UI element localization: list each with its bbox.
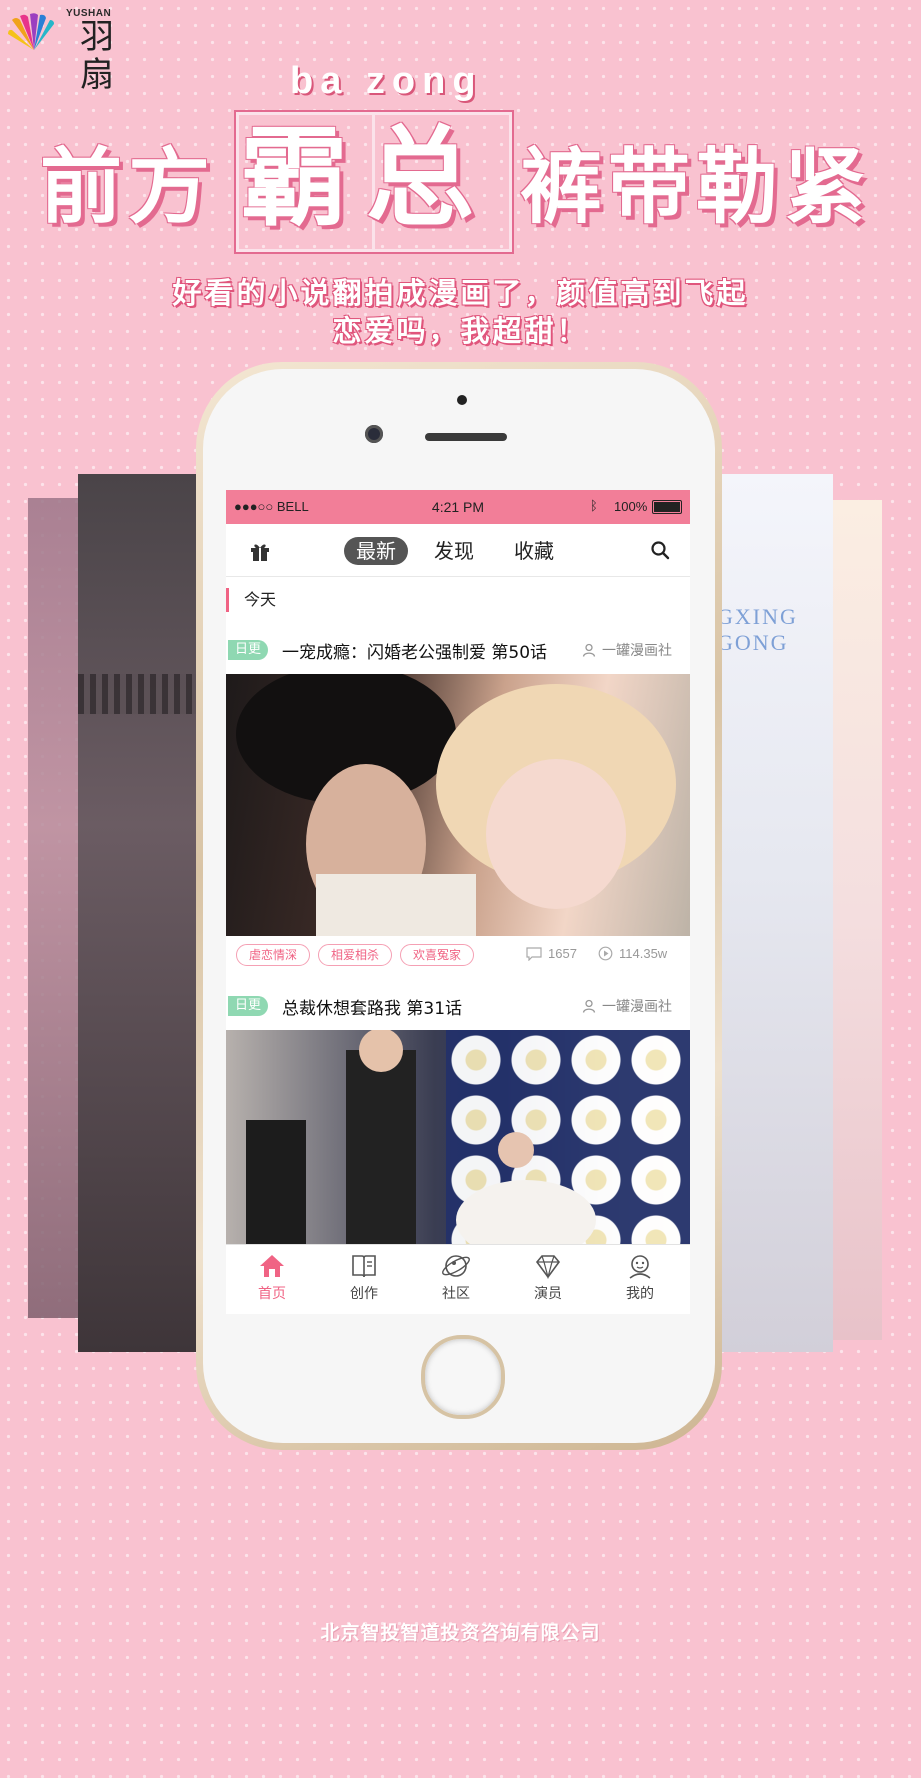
diamond-icon [535, 1255, 561, 1279]
update-badge: 日更 [228, 640, 268, 660]
comment-count-value: 1657 [548, 946, 577, 961]
comment-icon [526, 947, 542, 962]
comic-cover-1[interactable] [226, 674, 690, 936]
comic-item-1-header[interactable]: 日更 一宠成瘾：闪婚老公强制爱 第50话 一罐漫画社 [226, 634, 690, 666]
view-count-value: 114.35w [619, 946, 668, 961]
bottom-tab-bar: 首页 创作 社区 演员 我的 [226, 1244, 690, 1314]
tab-favorites[interactable]: 收藏 [502, 537, 566, 565]
comic-item-2-header[interactable]: 日更 总裁休想套路我 第31话 一罐漫画社 [226, 990, 690, 1022]
play-icon [598, 946, 613, 961]
cover-illustration-1 [236, 674, 676, 936]
comic-cover-2[interactable] [226, 1030, 690, 1244]
hero-headline: 前方 霸总 裤带勒紧 [0, 112, 921, 252]
tab-community-label: 社区 [442, 1286, 470, 1302]
side-card-deco-text: GXING GONG [717, 604, 798, 655]
front-camera [365, 425, 383, 443]
user-icon [582, 643, 596, 657]
genre-tag[interactable]: 虐恋情深 [236, 944, 311, 966]
status-bar: ●●●○○ BELL 4:21 PM ᛒ 100% [226, 490, 690, 524]
comic-title[interactable]: 一宠成瘾：闪婚老公强制爱 第50话 [282, 638, 547, 663]
comment-count: 1657 [526, 946, 577, 962]
tab-latest[interactable]: 最新 [344, 537, 408, 565]
battery-icon [652, 500, 682, 514]
headline-right: 裤带勒紧 [520, 140, 873, 235]
hero-tagline-2: 恋爱吗，我超甜！ [332, 314, 589, 348]
cover-illustration-2 [246, 1030, 596, 1244]
proximity-sensor [457, 395, 467, 405]
tab-actors-label: 演员 [534, 1286, 562, 1302]
brand-logo: YUSHAN 羽扇 [6, 8, 136, 94]
book-icon [352, 1255, 376, 1278]
tab-home[interactable]: 首页 [226, 1253, 318, 1303]
tab-home-label: 首页 [258, 1286, 286, 1302]
headline-left: 前方 [40, 140, 217, 235]
genre-tag[interactable]: 欢喜冤家 [400, 944, 475, 966]
top-nav: 最新 发现 收藏 [226, 524, 690, 577]
home-icon [260, 1255, 284, 1277]
company-name: 北京智投智道投资咨询有限公司 [320, 1622, 601, 1644]
section-today: 今天 [226, 588, 276, 612]
tab-discover[interactable]: 发现 [422, 537, 486, 565]
tab-actors[interactable]: 演员 [502, 1253, 594, 1303]
tab-create[interactable]: 创作 [318, 1253, 410, 1303]
genre-tag[interactable]: 相爱相杀 [318, 944, 393, 966]
battery-percent: 100% [614, 499, 648, 514]
home-button[interactable] [421, 1335, 505, 1419]
planet-icon [442, 1255, 470, 1277]
author-name: 一罐漫画社 [602, 999, 672, 1015]
hero-pinyin: ba zong [290, 60, 483, 102]
headline-middle: 霸总 [240, 116, 493, 241]
comic-1-meta: 虐恋情深 相爱相杀 欢喜冤家 1657 114.35w [226, 944, 690, 970]
comic-title[interactable]: 总裁休想套路我 第31话 [282, 994, 462, 1019]
tab-create-label: 创作 [350, 1286, 378, 1302]
face-icon [629, 1255, 651, 1279]
user-icon [582, 999, 596, 1013]
update-badge: 日更 [228, 996, 268, 1016]
search-icon[interactable] [650, 540, 670, 560]
earpiece-speaker [425, 433, 507, 441]
comic-author[interactable]: 一罐漫画社 [582, 640, 672, 660]
author-name: 一罐漫画社 [602, 643, 672, 659]
tab-profile[interactable]: 我的 [594, 1253, 686, 1303]
gift-icon[interactable] [248, 539, 272, 563]
hero-tagline-1: 好看的小说翻拍成漫画了，颜值高到飞起 [172, 276, 749, 310]
brand-name: 羽扇 [80, 17, 114, 95]
bluetooth-icon: ᛒ [590, 498, 598, 513]
comic-author[interactable]: 一罐漫画社 [582, 996, 672, 1016]
tab-community[interactable]: 社区 [410, 1253, 502, 1303]
view-count: 114.35w [598, 946, 667, 961]
tab-profile-label: 我的 [626, 1286, 654, 1302]
app-screen: ●●●○○ BELL 4:21 PM ᛒ 100% 最新 发现 收藏 今天 日更… [226, 490, 690, 1314]
fan-logo-icon [8, 13, 54, 51]
